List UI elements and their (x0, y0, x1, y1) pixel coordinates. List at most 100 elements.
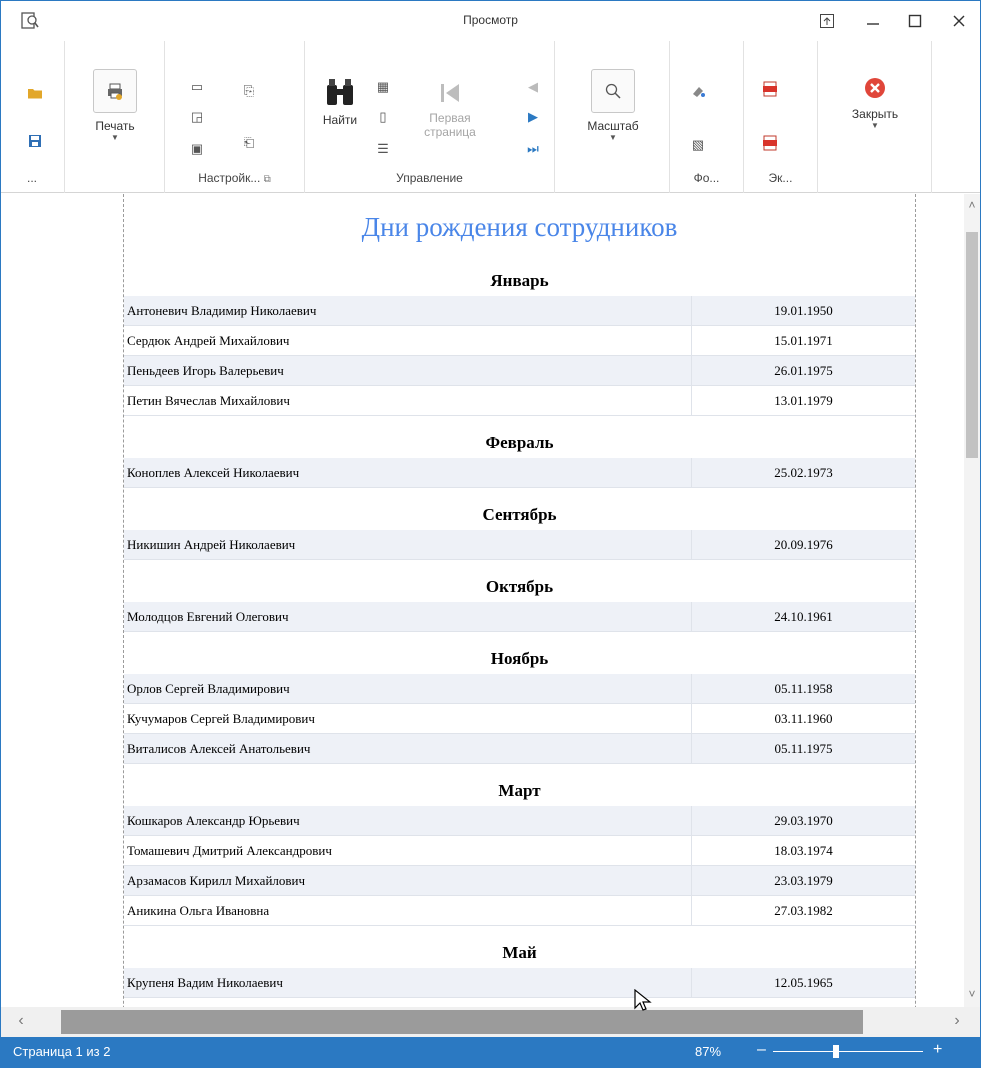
maximize-button[interactable] (895, 5, 935, 37)
table-row: Арзамасов Кирилл Михайлович 23.03.1979 (124, 866, 915, 896)
bookmark-icon[interactable]: ▯ (375, 109, 391, 125)
employee-name-cell: Сердюк Андрей Михайлович (124, 326, 692, 355)
table-row: Орлов Сергей Владимирович 05.11.1958 (124, 674, 915, 704)
month-header: Март (498, 781, 541, 800)
birth-date-cell: 24.10.1961 (774, 609, 833, 624)
close-label: Закрыть (851, 107, 899, 121)
page-size-icon[interactable]: ⎗ (241, 135, 257, 151)
printer-icon (93, 69, 137, 113)
scroll-left-icon[interactable]: ‹ (11, 1012, 31, 1030)
month-header: Январь (490, 271, 549, 290)
table-row: Томашевич Дмитрий Александрович 18.03.197… (124, 836, 915, 866)
employee-name-cell: Крупеня Вадим Николаевич (124, 968, 692, 997)
orientation-icon[interactable]: ⎘ (241, 83, 257, 99)
zoom-slider-handle[interactable] (833, 1045, 839, 1058)
ribbon-group-file: ... (1, 41, 65, 193)
employee-name-cell: Орлов Сергей Владимирович (124, 674, 692, 703)
editing-fields-icon[interactable]: ☰ (375, 141, 391, 157)
horizontal-scroll-thumb[interactable] (61, 1010, 863, 1034)
margins-icon[interactable]: ▣ (189, 141, 205, 157)
find-label: Найти (322, 113, 358, 127)
pin-ribbon-button[interactable] (807, 5, 847, 37)
header-footer-icon[interactable]: ▭ (189, 79, 205, 95)
birth-date-cell: 12.05.1965 (774, 975, 833, 990)
month-header: Май (502, 943, 537, 962)
first-page-button[interactable]: Первая страница (415, 81, 485, 139)
preview-window: Просмотр ... Печать ▼ ▭ ◲ ▣ ⎘ ⎗ Настройк… (0, 0, 981, 1068)
scale-icon[interactable]: ◲ (189, 109, 205, 125)
close-preview-button[interactable]: Закрыть ▼ (842, 75, 908, 130)
export-group-label: Эк... (768, 171, 793, 185)
export-pdf-icon[interactable] (762, 81, 778, 97)
close-circle-icon (865, 78, 885, 98)
document-area[interactable]: Дни рождения сотрудников Январь Антоневич… (1, 194, 964, 1007)
settings-group-text: Настройк... (198, 171, 261, 185)
save-icon[interactable] (27, 133, 43, 149)
ribbon-group-navigation: Найти ▦ ▯ ☰ Первая страница ◀ ▶ ⏭ Управл… (305, 41, 555, 193)
first-page-label: Первая страница (424, 111, 476, 139)
mouse-cursor-icon (634, 989, 652, 1011)
month-header: Ноябрь (490, 649, 549, 668)
close-icon (953, 15, 965, 27)
employee-name-cell: Томашевич Дмитрий Александрович (124, 836, 692, 865)
navigation-group-label: Управление (396, 171, 463, 185)
birth-date-cell: 25.02.1973 (774, 465, 833, 480)
collapse-ribbon-icon (820, 14, 834, 28)
birth-date-cell: 19.01.1950 (774, 303, 833, 318)
zoom-in-button[interactable]: + (933, 1041, 942, 1059)
ribbon-group-print: Печать ▼ (65, 41, 165, 193)
employee-name-cell: Виталисов Алексей Анатольевич (124, 734, 692, 763)
table-row: Крупеня Вадим Николаевич 12.05.1965 (124, 968, 915, 998)
table-row: Никишин Андрей Николаевич 20.09.1976 (124, 530, 915, 560)
open-folder-icon[interactable] (27, 85, 43, 101)
send-pdf-icon[interactable] (762, 135, 778, 151)
file-more-label[interactable]: ... (1, 171, 64, 185)
table-row: Кошкаров Александр Юрьевич 29.03.1970 (124, 806, 915, 836)
next-page-icon[interactable]: ▶ (525, 109, 541, 125)
vertical-scroll-thumb[interactable] (966, 232, 978, 458)
print-button[interactable]: Печать ▼ (85, 69, 145, 142)
chevron-down-icon: ▼ (111, 133, 119, 142)
employee-name-cell: Молодцов Евгений Олегович (124, 602, 692, 631)
table-row: Аникина Ольга Ивановна 27.03.1982 (124, 896, 915, 926)
birth-date-cell: 29.03.1970 (774, 813, 833, 828)
horizontal-scrollbar[interactable]: ‹ › (1, 1007, 980, 1037)
employee-name-cell: Кучумаров Сергей Владимирович (124, 704, 692, 733)
vertical-scrollbar[interactable]: ˄ ˅ (964, 194, 980, 1007)
employee-name-cell: Коноплев Алексей Николаевич (124, 458, 692, 487)
ribbon-group-zoom: Масштаб ▼ (555, 41, 670, 193)
title-bar: Просмотр (1, 1, 980, 41)
settings-group-label: Настройк... ⧉ (165, 171, 304, 185)
page-info: Страница 1 из 2 (13, 1044, 111, 1059)
employee-name-cell: Арзамасов Кирилл Михайлович (124, 866, 692, 895)
chevron-down-icon: ▼ (871, 121, 879, 130)
last-page-icon[interactable]: ⏭ (525, 141, 541, 157)
watermark-icon[interactable]: ▧ (690, 137, 706, 153)
page-color-icon[interactable] (690, 83, 706, 99)
ribbon: ... Печать ▼ ▭ ◲ ▣ ⎘ ⎗ Настройк... ⧉ Най… (1, 41, 980, 193)
dialog-launcher-icon[interactable]: ⧉ (264, 174, 271, 185)
zoom-value[interactable]: 87% (695, 1044, 721, 1059)
scroll-down-icon[interactable]: ˅ (964, 987, 980, 1005)
scroll-up-icon[interactable]: ˄ (964, 198, 980, 216)
birth-date-cell: 18.03.1974 (774, 843, 833, 858)
zoom-out-button[interactable]: – (757, 1041, 766, 1059)
previous-page-icon[interactable]: ◀ (525, 79, 541, 95)
employee-name-cell: Антоневич Владимир Николаевич (124, 296, 692, 325)
report-rows: Январь Антоневич Владимир Николаевич 19.01… (124, 266, 915, 998)
ribbon-group-export: Эк... (744, 41, 818, 193)
scroll-right-icon[interactable]: › (947, 1012, 967, 1030)
birth-date-cell: 13.01.1979 (774, 393, 833, 408)
maximize-icon (908, 14, 922, 28)
employee-name-cell: Пеньдеев Игорь Валерьевич (124, 356, 692, 385)
minimize-button[interactable] (853, 5, 893, 37)
employee-name-cell: Кошкаров Александр Юрьевич (124, 806, 692, 835)
birth-date-cell: 15.01.1971 (774, 333, 833, 348)
close-window-button[interactable] (939, 5, 979, 37)
ribbon-group-background: ▧ Фо... (670, 41, 744, 193)
find-button[interactable]: Найти (315, 77, 365, 127)
thumbnails-icon[interactable]: ▦ (375, 79, 391, 95)
table-row: Виталисов Алексей Анатольевич 05.11.1975 (124, 734, 915, 764)
zoom-slider[interactable] (773, 1051, 923, 1052)
zoom-button[interactable]: Масштаб ▼ (581, 69, 645, 142)
